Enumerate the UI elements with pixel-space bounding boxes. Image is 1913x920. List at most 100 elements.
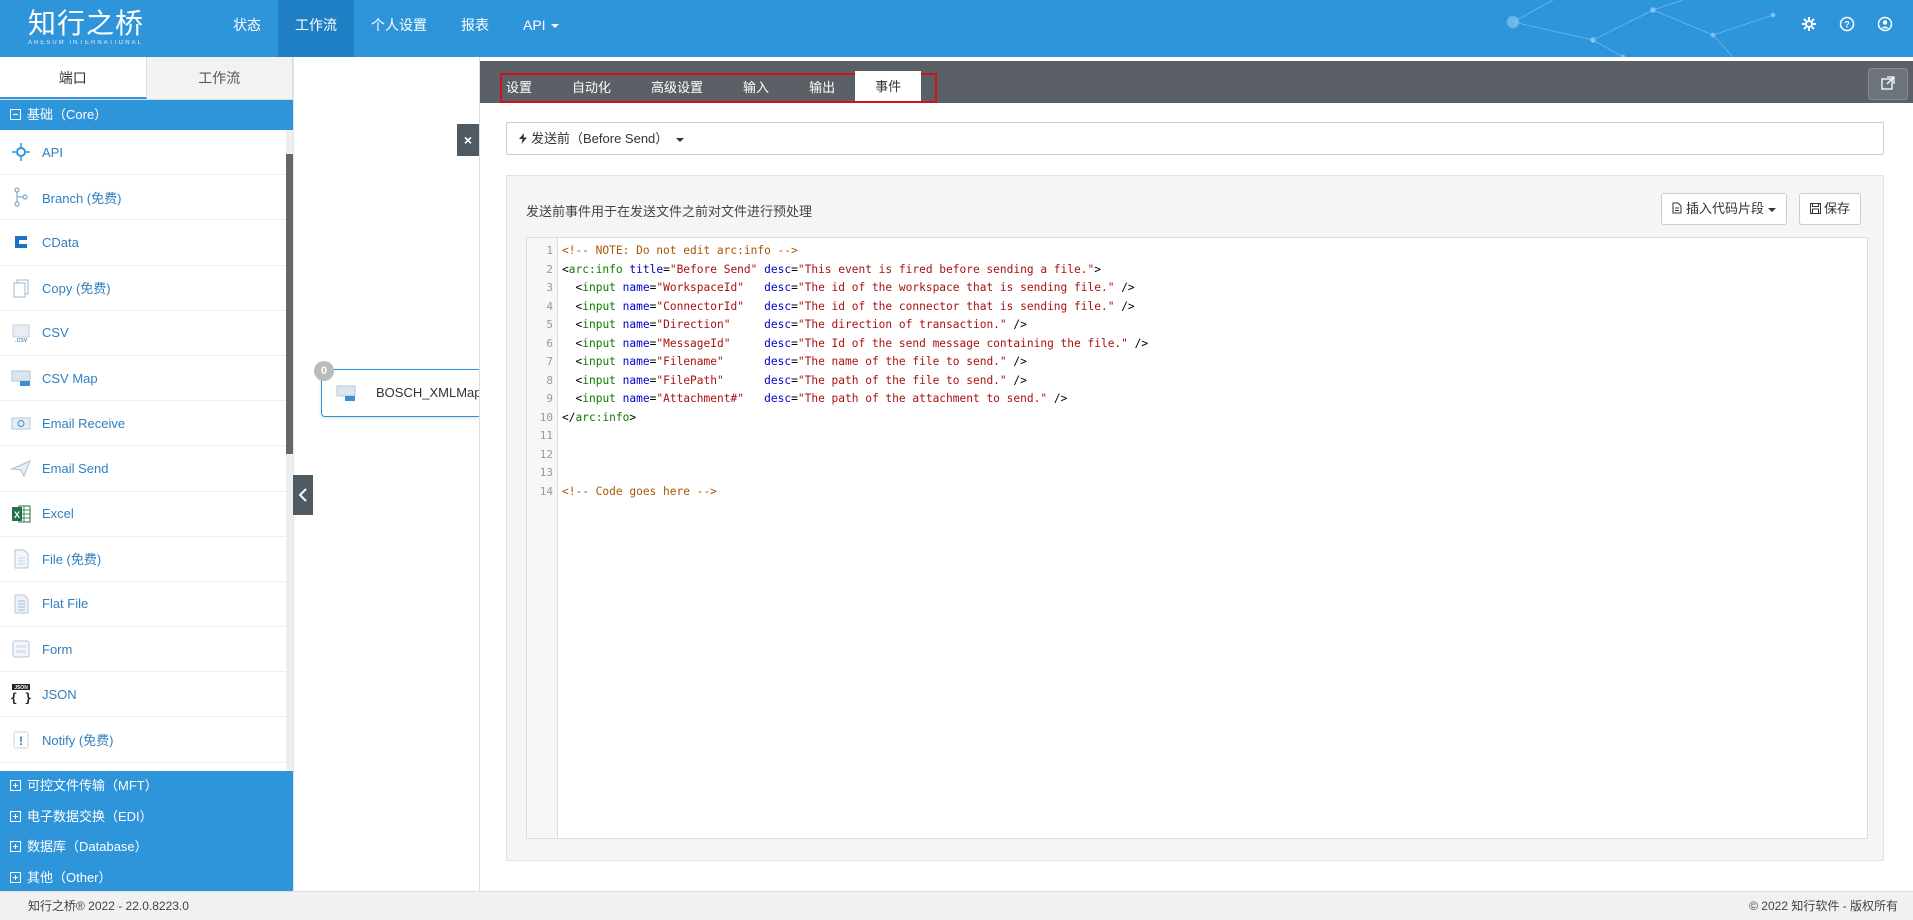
sidebar-item-csv-map[interactable]: CSV Map — [0, 356, 286, 402]
code-line[interactable]: <arc:info title="Before Send" desc="This… — [562, 261, 1148, 280]
collapse-sidebar-button[interactable] — [293, 475, 313, 515]
open-external-button[interactable] — [1868, 68, 1908, 100]
sidebar-item-excel[interactable]: X Excel — [0, 492, 286, 537]
svg-text:?: ? — [1844, 20, 1850, 30]
connector-list: API Branch (免费) CData Copy (免费) .csv CSV… — [0, 130, 293, 771]
tab-workflows[interactable]: 工作流 — [146, 57, 293, 99]
help-icon[interactable]: ? — [1839, 16, 1855, 32]
nav-workflow[interactable]: 工作流 — [278, 0, 354, 57]
svg-text:!: ! — [19, 734, 23, 748]
code-line[interactable]: </arc:info> — [562, 409, 1148, 428]
sidebar-item-branch[interactable]: Branch (免费) — [0, 175, 286, 221]
svg-text:X: X — [14, 510, 20, 520]
line-number: 14 — [539, 484, 553, 498]
code-lines[interactable]: <!-- NOTE: Do not edit arc:info --> <arc:… — [558, 238, 1148, 838]
sidebar-item-copy[interactable]: Copy (免费) — [0, 266, 286, 311]
bolt-icon — [519, 133, 527, 144]
expand-icon — [10, 810, 21, 822]
code-line[interactable]: <input name="MessageId" desc="The Id of … — [562, 335, 1148, 354]
code-line[interactable] — [562, 427, 1148, 446]
close-panel-button[interactable]: × — [457, 124, 479, 156]
svg-text:.csv: .csv — [15, 337, 28, 344]
tab-events[interactable]: 事件 — [855, 71, 922, 101]
code-line[interactable]: <!-- NOTE: Do not edit arc:info --> — [562, 242, 1148, 261]
sidebar-item-label: JSON — [42, 686, 77, 702]
flat-file-icon — [14, 594, 29, 614]
brand-logo[interactable]: 知行之桥 ARESUM INTERNATIONAL — [28, 8, 144, 47]
expand-icon — [10, 780, 21, 791]
sidebar-item-csv[interactable]: .csv CSV — [0, 311, 286, 356]
sidebar-item-notify[interactable]: ! Notify (免费) — [0, 717, 286, 763]
collapse-icon — [10, 109, 21, 120]
top-navbar: 知行之桥 ARESUM INTERNATIONAL 状态 工作流 个人设置 报表… — [0, 0, 1913, 57]
sidebar-item-form[interactable]: Form — [0, 627, 286, 673]
code-line[interactable]: <!-- Code goes here --> — [562, 483, 1148, 502]
nav-profile[interactable]: 个人设置 — [354, 0, 444, 57]
main-menu: 状态 工作流 个人设置 报表 API — [216, 0, 576, 57]
connector-sidebar: 端口 工作流 基础（Core） API Branch (免费) CData Co… — [0, 57, 293, 893]
event-type-select[interactable]: 发送前（Before Send） — [506, 122, 1884, 155]
code-line[interactable]: <input name="Attachment#" desc="The path… — [562, 390, 1148, 409]
group-mft[interactable]: 可控文件传输（MFT） — [0, 771, 293, 802]
tab-ports[interactable]: 端口 — [0, 57, 147, 99]
code-line[interactable]: <input name="Direction" desc="The direct… — [562, 316, 1148, 335]
code-line[interactable] — [562, 464, 1148, 483]
nav-api[interactable]: API — [506, 0, 576, 57]
tab-advanced[interactable]: 高级设置 — [631, 75, 723, 101]
line-number: 1 — [546, 244, 553, 257]
email-send-icon — [10, 460, 31, 478]
csv-icon: .csv — [12, 324, 30, 344]
sidebar-item-cdata[interactable]: CData — [0, 220, 286, 266]
sidebar-item-email-send[interactable]: Email Send — [0, 446, 286, 492]
group-edi[interactable]: 电子数据交换（EDI） — [0, 801, 293, 832]
nav-status[interactable]: 状态 — [216, 0, 278, 57]
sidebar-item-api[interactable]: API — [0, 130, 286, 176]
sidebar-item-label: Notify (免费) — [42, 733, 114, 749]
sidebar-item-json[interactable]: JSON{ } JSON — [0, 672, 286, 718]
node-label: BOSCH_XMLMap_ — [376, 385, 480, 400]
group-core[interactable]: 基础（Core） — [0, 100, 293, 130]
file-icon — [14, 549, 29, 569]
tab-output[interactable]: 输出 — [789, 75, 855, 101]
workflow-node[interactable]: 0 BOSCH_XMLMap_ — [314, 361, 480, 417]
nav-reports[interactable]: 报表 — [444, 0, 506, 57]
sidebar-item-label: API — [42, 144, 63, 160]
sidebar-item-flat-file[interactable]: Flat File — [0, 582, 286, 628]
sidebar-scrollbar[interactable] — [286, 130, 293, 771]
tab-automation[interactable]: 自动化 — [552, 75, 631, 101]
code-line[interactable]: <input name="WorkspaceId" desc="The id o… — [562, 279, 1148, 298]
insert-snippet-button[interactable]: 插入代码片段 — [1661, 193, 1788, 225]
line-number: 2 — [546, 262, 553, 276]
tab-settings[interactable]: 设置 — [502, 75, 552, 101]
tab-input[interactable]: 输入 — [723, 75, 789, 101]
workflow-canvas[interactable] — [293, 57, 479, 891]
save-button[interactable]: 保存 — [1799, 193, 1862, 225]
sidebar-item-label: Form — [42, 641, 73, 657]
code-line[interactable]: <input name="ConnectorId" desc="The id o… — [562, 298, 1148, 317]
code-editor[interactable]: 1 2 3 4 5 6 7 8 9 10 11 12 13 14 <!-- NOTE: Do not ed… — [526, 237, 1868, 839]
sidebar-item-file[interactable]: File (免费) — [0, 537, 286, 582]
code-line[interactable]: <input name="FilePath" desc="The path of… — [562, 372, 1148, 391]
sidebar-item-email-receive[interactable]: Email Receive — [0, 401, 286, 447]
line-number: 11 — [539, 429, 553, 442]
svg-text:{ }: { } — [10, 691, 32, 705]
scrollbar-thumb[interactable] — [286, 154, 293, 454]
chevron-down-icon — [550, 24, 559, 29]
code-line[interactable] — [562, 446, 1148, 465]
code-line[interactable]: <input name="Filename" desc="The name of… — [562, 353, 1148, 372]
user-icon[interactable] — [1877, 16, 1893, 32]
expand-icon — [10, 841, 21, 852]
api-icon — [12, 143, 30, 162]
group-database[interactable]: 数据库（Database） — [0, 832, 293, 863]
line-number: 7 — [546, 355, 553, 368]
sidebar-item-label: Email Send — [42, 460, 109, 476]
gear-icon[interactable] — [1801, 16, 1817, 32]
panel-tab-bar: 设置 自动化 高级设置 输入 输出 事件 — [480, 61, 1913, 103]
form-icon — [12, 640, 30, 658]
top-icons: ? — [1801, 16, 1893, 32]
line-number: 5 — [546, 318, 553, 331]
group-other[interactable]: 其他（Other） — [0, 862, 293, 893]
event-type-value: 发送前（Before Send） — [531, 131, 669, 146]
event-editor-section: 发送前事件用于在发送文件之前对文件进行预处理 插入代码片段 保存 1234567… — [506, 175, 1884, 861]
branch-icon — [14, 187, 28, 207]
